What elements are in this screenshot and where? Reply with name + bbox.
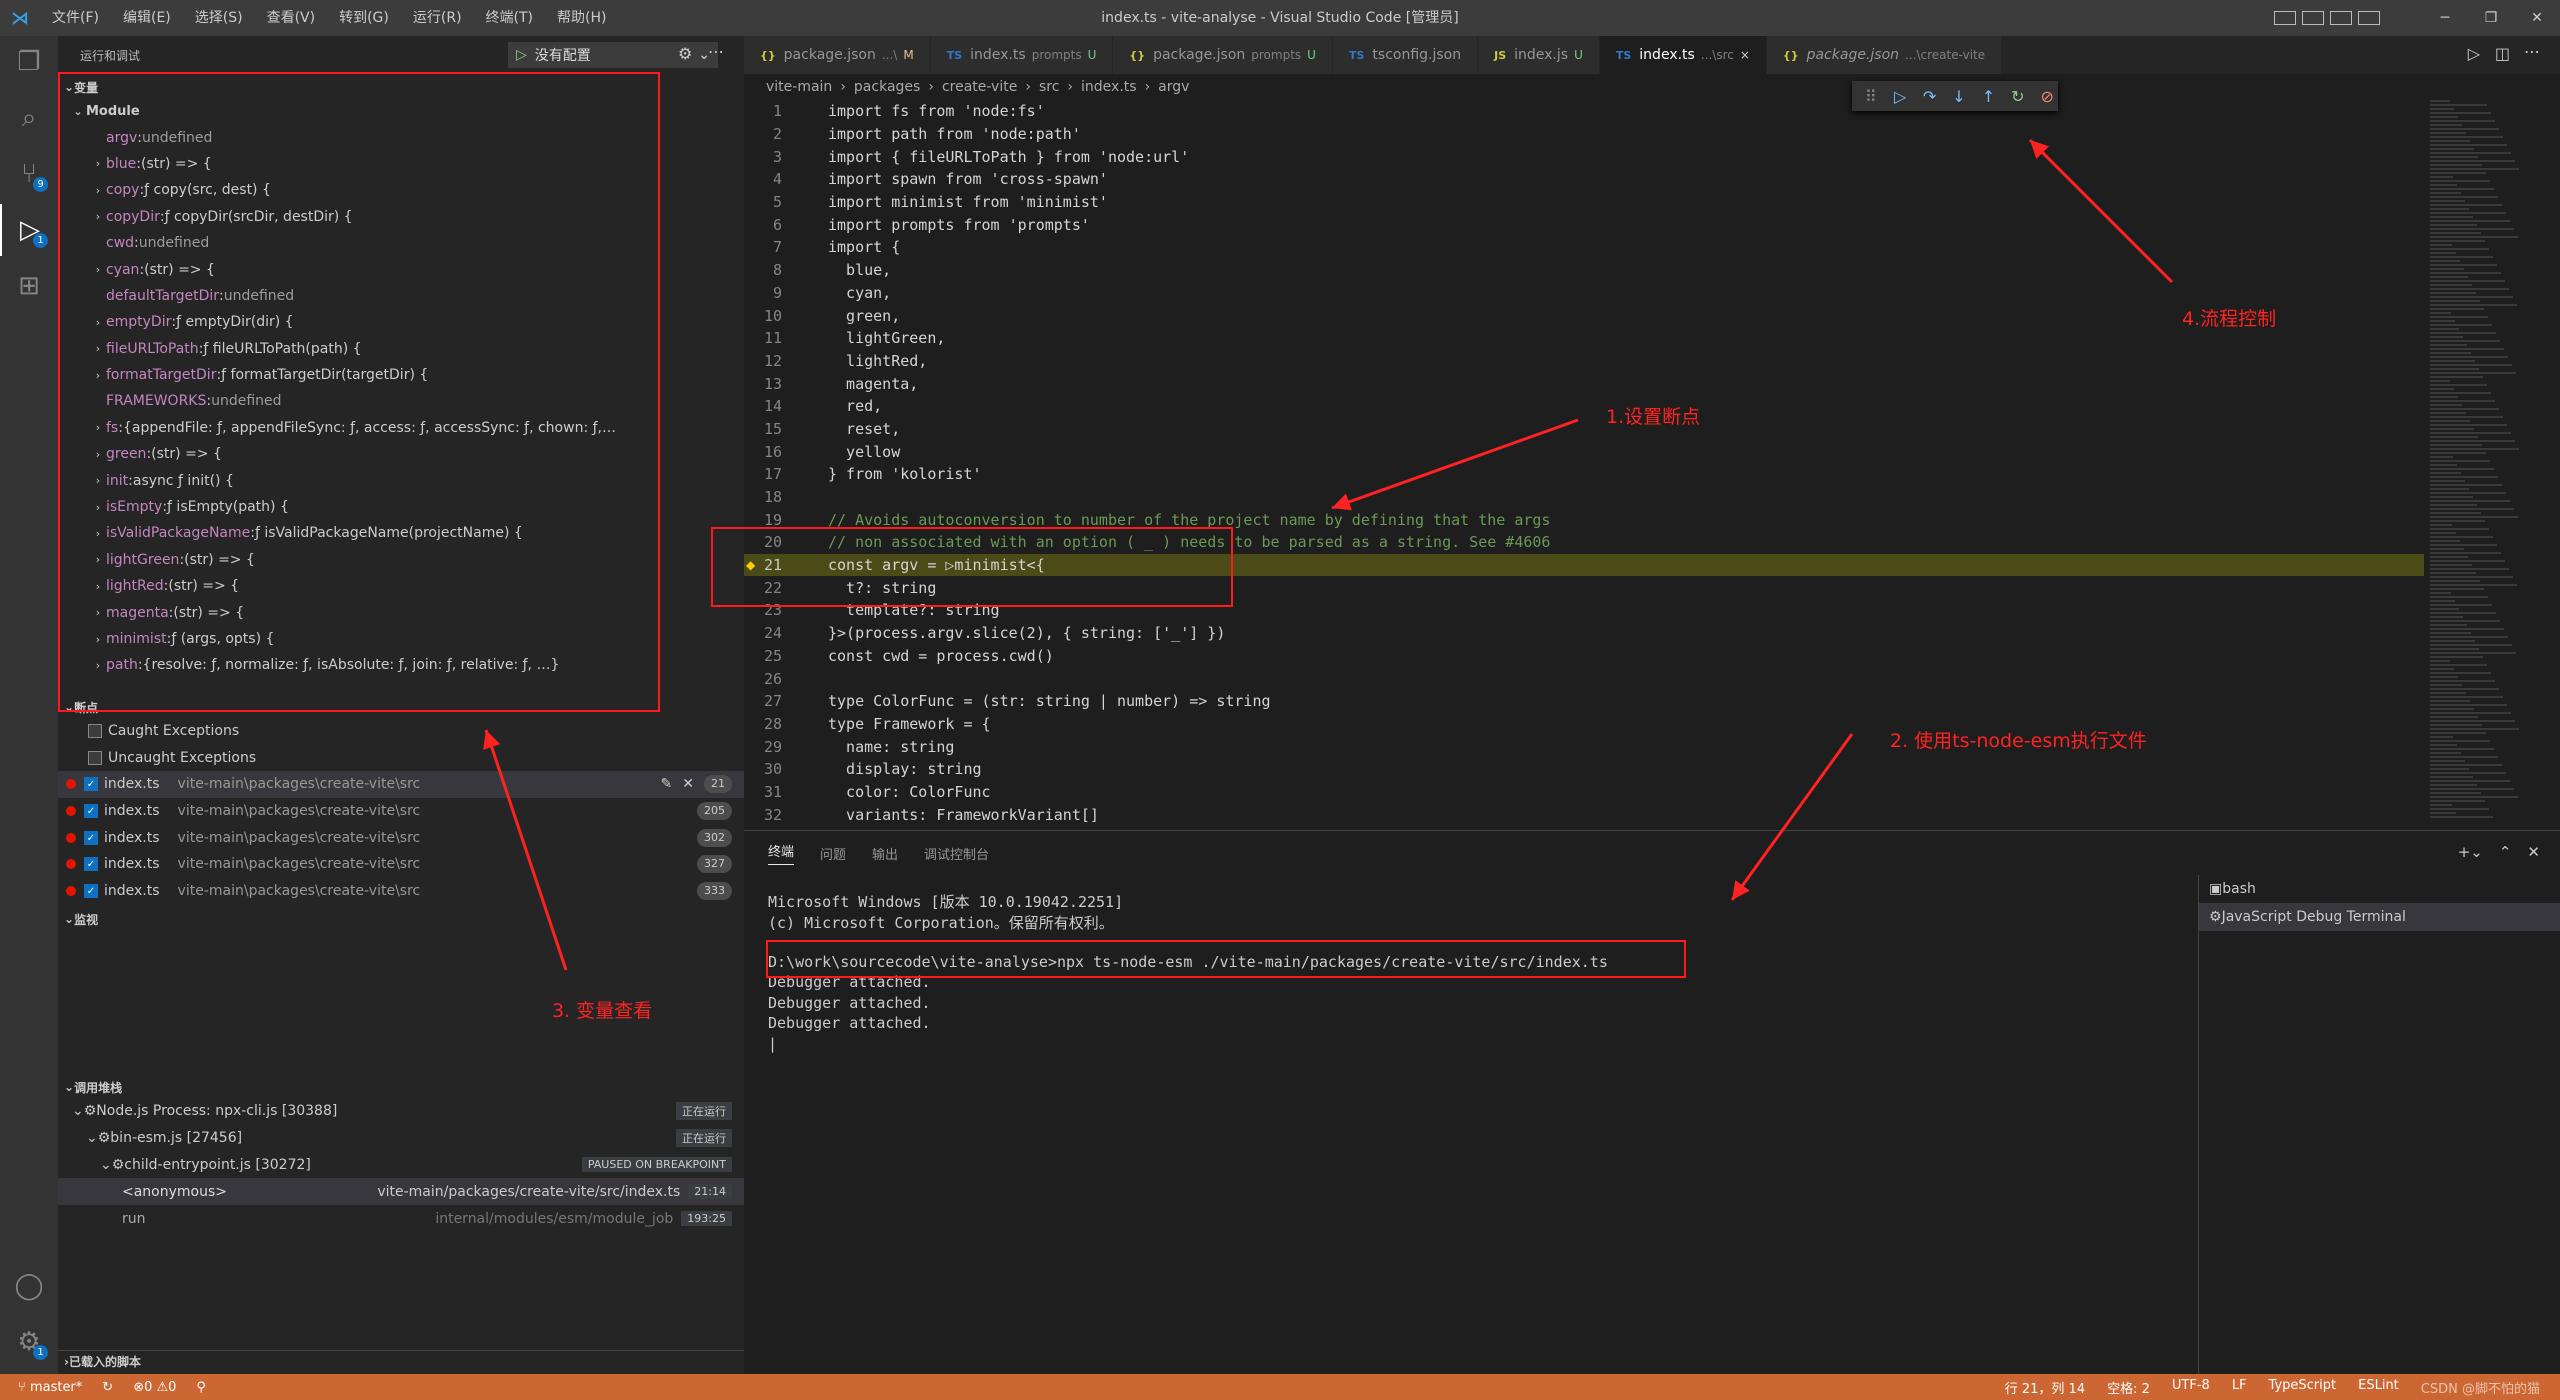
arrow-4	[2028, 138, 2174, 284]
annotation-4: 4.流程控制	[2182, 308, 2277, 330]
arrow-3	[483, 729, 568, 971]
annotation-2: 2. 使用ts-node-esm执行文件	[1890, 730, 2147, 752]
annotation-3: 3. 变量查看	[552, 1000, 653, 1022]
annotation-1: 1.设置断点	[1606, 406, 1701, 428]
arrow-1	[1331, 418, 1579, 511]
annotation-arrows	[483, 138, 2174, 971]
arrow-2	[1730, 733, 1854, 901]
